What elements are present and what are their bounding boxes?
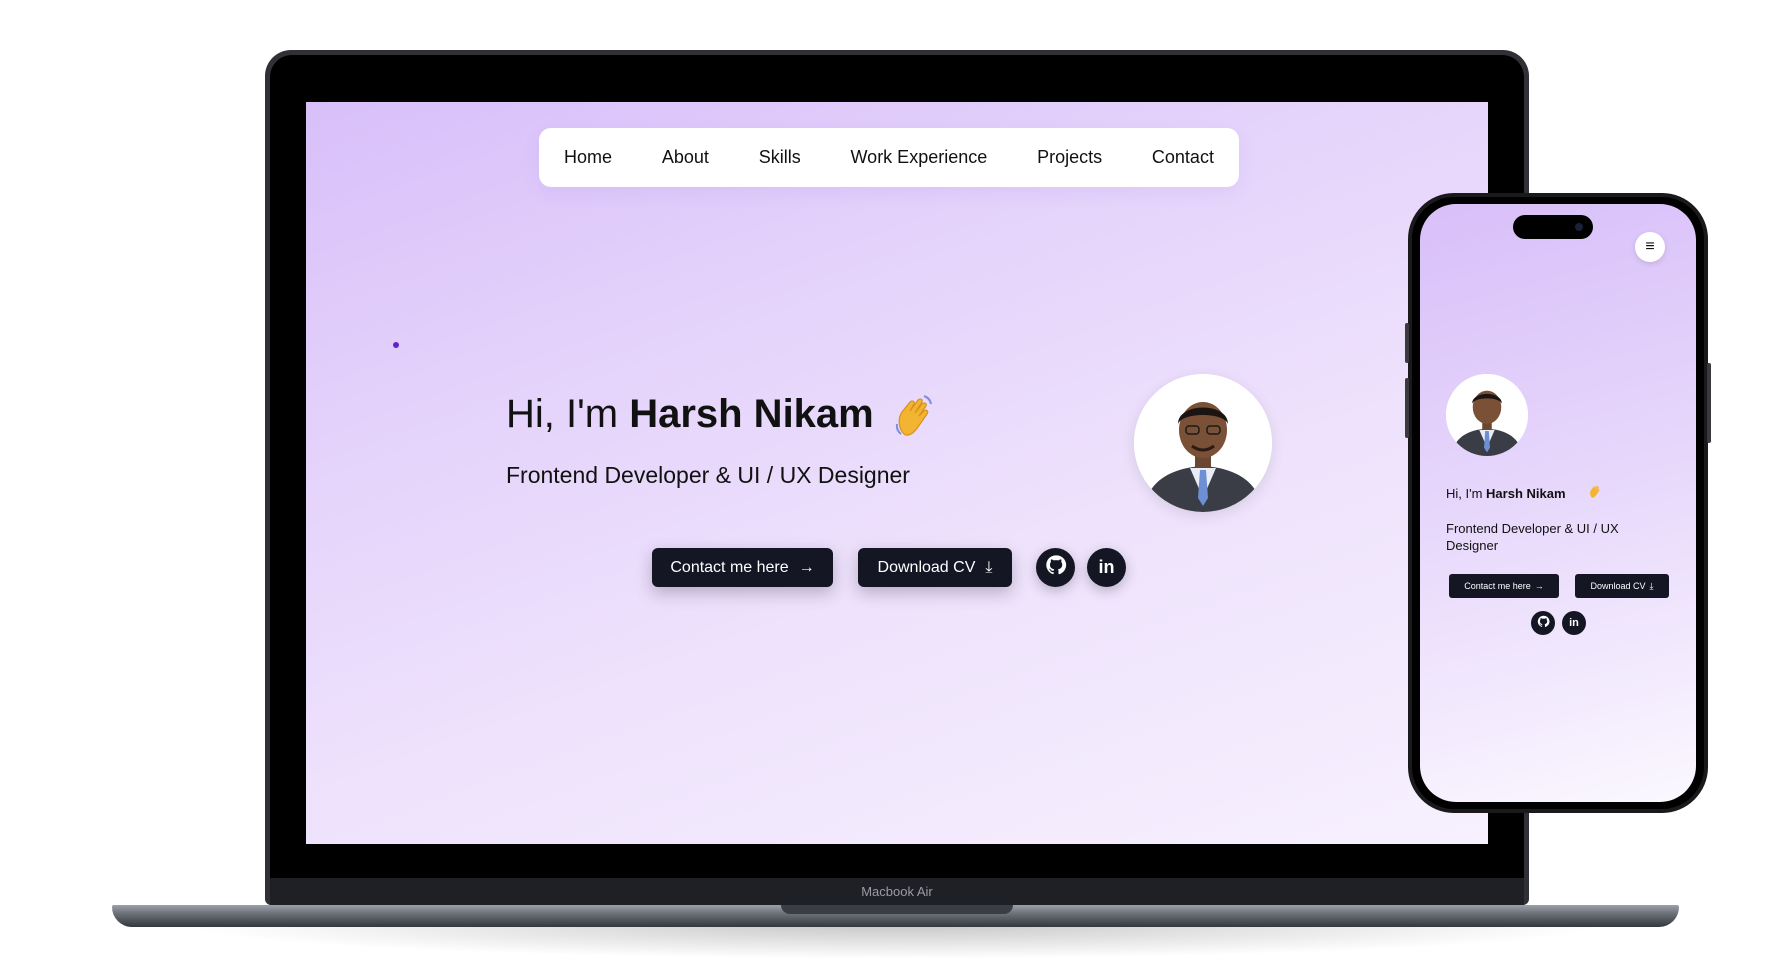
menu-icon: ≡: [1645, 238, 1655, 255]
nav-item-projects[interactable]: Projects: [1037, 147, 1102, 168]
waving-hand-icon: [894, 394, 934, 445]
phone-power-button: [1707, 363, 1711, 443]
phone-hero-title: Hi, I'm Harsh Nikam: [1446, 486, 1566, 501]
hamburger-menu-button[interactable]: ≡: [1635, 232, 1665, 262]
profile-avatar: [1134, 374, 1272, 512]
phone-waving-hand-icon: [1588, 484, 1602, 501]
contact-button-label: Contact me here: [670, 558, 789, 576]
nav-item-about[interactable]: About: [662, 147, 709, 168]
phone-contact-button[interactable]: Contact me here →: [1449, 574, 1559, 598]
hero-name: Harsh Nikam: [629, 392, 874, 436]
phone-hero-greeting: Hi, I'm: [1446, 486, 1487, 501]
laptop-chin: Macbook Air: [270, 878, 1524, 906]
github-button[interactable]: [1036, 548, 1075, 587]
nav-item-skills[interactable]: Skills: [759, 147, 801, 168]
phone-linkedin-button[interactable]: in: [1562, 611, 1586, 635]
hero-greeting: Hi, I'm: [506, 392, 630, 436]
download-icon: ⤓: [985, 558, 993, 576]
laptop-shadow: [180, 925, 1610, 959]
phone-download-cv-button[interactable]: Download CV ⤓: [1575, 574, 1669, 598]
download-cv-label: Download CV: [877, 558, 976, 576]
arrow-right-icon: →: [798, 558, 815, 576]
arrow-right-icon: →: [1534, 581, 1544, 591]
phone-side-button: [1405, 323, 1409, 363]
phone-github-button[interactable]: [1531, 611, 1555, 635]
dynamic-island: [1513, 215, 1593, 239]
phone-profile-avatar: [1446, 374, 1528, 456]
hero-title: Hi, I'm Harsh Nikam: [506, 392, 874, 437]
linkedin-icon: in: [1098, 557, 1115, 577]
phone-frame: ≡ Hi, I'm Harsh Nikam Frontend Developer…: [1405, 193, 1711, 813]
nav-item-contact[interactable]: Contact: [1152, 147, 1214, 168]
phone-volume-button: [1405, 378, 1409, 438]
contact-button[interactable]: Contact me here →: [652, 548, 833, 587]
laptop-model-label: Macbook Air: [861, 884, 933, 899]
laptop-screen: Home About Skills Work Experience Projec…: [306, 102, 1488, 844]
nav-item-home[interactable]: Home: [564, 147, 612, 168]
github-icon: [1537, 615, 1550, 631]
laptop-notch: [781, 905, 1013, 914]
phone-contact-label: Contact me here: [1464, 581, 1531, 591]
mockup-stage: Macbook Air Home About Skills Work Exper…: [0, 0, 1787, 967]
decorative-dot: [393, 342, 399, 348]
download-cv-button[interactable]: Download CV ⤓: [858, 548, 1012, 587]
nav-item-work-experience[interactable]: Work Experience: [851, 147, 988, 168]
phone-hero-name: Harsh Nikam: [1486, 486, 1566, 501]
linkedin-icon: in: [1569, 617, 1579, 629]
github-icon: [1045, 554, 1067, 581]
phone-download-label: Download CV: [1590, 581, 1646, 591]
top-nav: Home About Skills Work Experience Projec…: [539, 128, 1239, 187]
phone-hero-subtitle: Frontend Developer & UI / UX Designer: [1446, 521, 1619, 553]
phone-screen: ≡ Hi, I'm Harsh Nikam Frontend Developer…: [1420, 204, 1696, 802]
download-icon: ⤓: [1649, 580, 1654, 591]
hero-subtitle: Frontend Developer & UI / UX Designer: [506, 462, 910, 488]
linkedin-button[interactable]: in: [1087, 548, 1126, 587]
camera-icon: [1575, 223, 1583, 231]
